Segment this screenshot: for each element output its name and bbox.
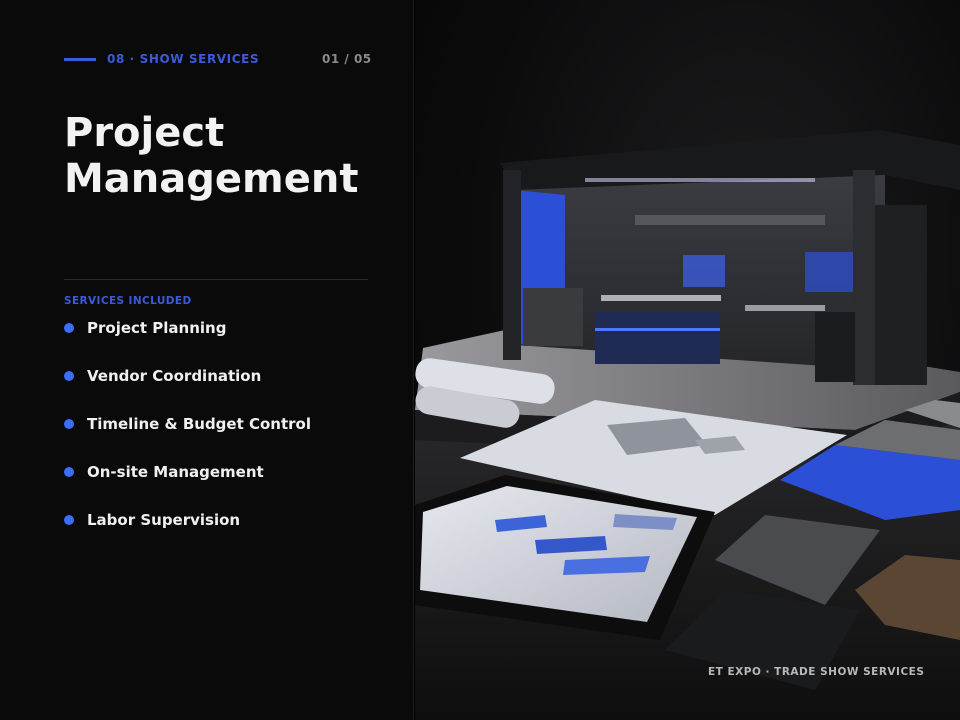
bullet-dot-icon [64, 515, 74, 525]
bullet-dot-icon [64, 419, 74, 429]
bullet-dot-icon [64, 467, 74, 477]
footer-brand: ET EXPO · TRADE SHOW SERVICES [708, 666, 925, 678]
booth-hero-image [415, 0, 960, 720]
booth-screen [805, 252, 855, 292]
services-list: Project Planning Vendor Coordination Tim… [64, 316, 311, 556]
counter-led-strip [595, 328, 720, 331]
page-title: Project Management [64, 110, 394, 202]
slide-counter: 01 / 05 [322, 52, 372, 66]
booth-monitor [683, 255, 725, 287]
list-item: Labor Supervision [64, 508, 311, 556]
list-item: Vendor Coordination [64, 364, 311, 412]
page-title-line-1: Project [64, 110, 225, 156]
bullet-dot-icon [64, 371, 74, 381]
bullet-dot-icon [64, 323, 74, 333]
list-item: Project Planning [64, 316, 311, 364]
booth-illustration [415, 130, 960, 720]
left-counter [523, 288, 583, 346]
eyebrow-accent-line [64, 58, 96, 61]
services-label: SERVICES INCLUDED [64, 295, 192, 307]
service-label: Labor Supervision [87, 511, 241, 529]
service-label: Timeline & Budget Control [87, 415, 311, 433]
ceiling-light [585, 178, 815, 182]
booth-column-left [503, 170, 521, 360]
list-item: Timeline & Budget Control [64, 412, 311, 460]
booth-column-right [853, 170, 875, 385]
service-label: Vendor Coordination [87, 367, 262, 385]
page-title-line-2: Management [64, 156, 359, 202]
divider [64, 279, 368, 280]
high-table [745, 305, 825, 311]
list-item: On-site Management [64, 460, 311, 508]
left-panel: 08 · SHOW SERVICES 01 / 05 Project Manag… [0, 0, 414, 720]
reception-counter [595, 312, 720, 364]
section-eyebrow: 08 · SHOW SERVICES [107, 52, 260, 66]
storage-cabinet [815, 312, 855, 382]
booth-side-panel [875, 205, 927, 385]
bar-table [601, 295, 721, 301]
booth-ceiling-strip [635, 215, 825, 225]
service-label: On-site Management [87, 463, 264, 481]
service-label: Project Planning [87, 319, 227, 337]
